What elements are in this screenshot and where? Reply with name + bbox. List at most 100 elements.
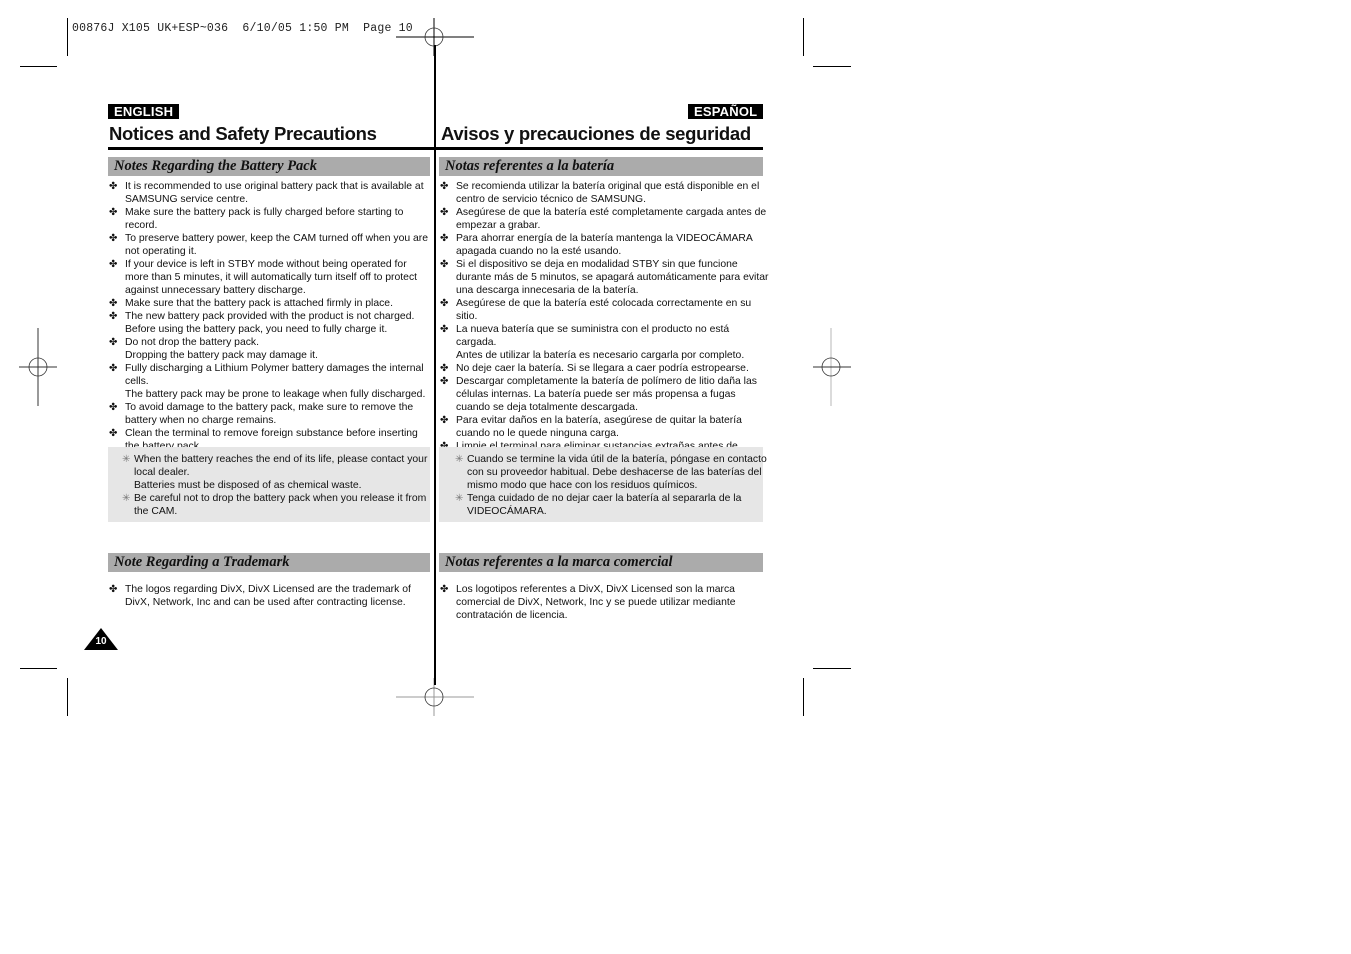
page-title-spanish: Avisos y precauciones de seguridad [441, 123, 751, 144]
list-item-text: Cuando se termine la vida útil de la bat… [467, 454, 767, 465]
bullet-cross-icon: ✤ [440, 415, 449, 426]
bullet-cross-icon: ✤ [109, 311, 118, 322]
list-item-text: The new battery pack provided with the p… [125, 311, 415, 322]
list-item: ✤ Asegúrese de que la batería esté comple… [439, 206, 769, 232]
list-item: ✤ Asegúrese de que la batería esté coloca… [439, 297, 769, 323]
section-heading-text: Notas referentes a la batería [445, 158, 615, 174]
list-item: ✤ Si el dispositivo se deja en modalidad … [439, 258, 769, 297]
crop-mark [67, 18, 68, 56]
bullet-cross-icon: ✤ [440, 363, 449, 374]
title-rule [108, 147, 434, 150]
bullet-cross-icon: ✤ [109, 181, 118, 192]
list-item-text: Before using the battery pack, you need … [125, 324, 388, 335]
section-heading-text: Notas referentes a la marca comercial [445, 554, 673, 570]
list-item-text: The logos regarding DivX, DivX Licensed … [125, 584, 411, 595]
list-item: ✤ Descargar completamente la batería de p… [439, 375, 769, 414]
section-heading-battery-english: Notes Regarding the Battery Pack [108, 157, 430, 176]
title-rule [436, 147, 763, 150]
crop-mark [803, 678, 804, 716]
section-heading-battery-spanish: Notas referentes a la batería [439, 157, 763, 176]
print-slug: 00876J X105 UK+ESP~036 6/10/05 1:50 PM P… [72, 22, 413, 35]
bullet-cross-icon: ✤ [440, 324, 449, 335]
list-item-text: Make sure the battery pack is fully char… [125, 207, 404, 231]
list-item-text: Dropping the battery pack may damage it. [125, 350, 318, 361]
list-item-text: con su proveedor habitual. Debe deshacer… [467, 467, 762, 478]
crop-mark [813, 66, 851, 67]
list-item-text: cells. [125, 376, 149, 387]
crop-mark [813, 668, 851, 669]
list-item-text: battery when no charge remains. [125, 415, 277, 426]
crop-mark [20, 668, 57, 669]
column-divider [434, 45, 436, 685]
list-item: ✤ The new battery pack provided with the … [108, 310, 433, 336]
list-item-text: local dealer. [134, 467, 190, 478]
list-item-text: Para ahorrar energía de la batería mante… [456, 233, 753, 244]
list-item-text: To preserve battery power, keep the CAM … [125, 233, 429, 244]
list-item-text: mismo modo que hace con los residuos quí… [467, 480, 698, 491]
language-tag-spanish: ESPAÑOL [688, 104, 764, 119]
bullet-cross-icon: ✤ [440, 181, 449, 192]
list-item-text: If your device is left in STBY mode with… [125, 259, 407, 270]
list-item: ✤ The logos regarding DivX, DivX Licensed… [108, 583, 433, 609]
list-item-text: células internas. La batería puede ser m… [456, 389, 736, 400]
list-item-text: cuando se deja totalmente descargada. [456, 402, 638, 413]
bullet-cross-icon: ✤ [440, 376, 449, 387]
section-heading-text: Notes Regarding the Battery Pack [114, 158, 317, 174]
registration-mark-icon [19, 328, 57, 406]
list-item-text: VIDEOCÁMARA. [467, 506, 547, 517]
list-item: ✤ Make sure that the battery pack is atta… [108, 297, 433, 310]
crop-mark [20, 66, 57, 67]
bullet-cross-icon: ✤ [109, 298, 118, 309]
language-tag-english: ENGLISH [108, 104, 180, 119]
list-item: ✤ Se recomienda utilizar la batería origi… [439, 180, 769, 206]
list-item-text: Tenga cuidado de no dejar caer la baterí… [467, 493, 742, 504]
battery-caution-notes-spanish: ✳ Cuando se termine la vida útil de la ba… [455, 453, 767, 518]
list-item-text: No deje caer la batería. Si se llegara a… [456, 363, 749, 374]
battery-notes-list-spanish: ✤ Se recomienda utilizar la batería origi… [439, 180, 769, 466]
list-item: ✤ Para ahorrar energía de la batería mant… [439, 232, 769, 258]
bullet-cross-icon: ✤ [440, 584, 449, 595]
list-item-text: comercial de DivX, Network, Inc y se pue… [456, 597, 736, 608]
list-item: ✤ Los logotipos referentes a DivX, DivX L… [439, 583, 769, 622]
list-item: ✤ Do not drop the battery pack. Dropping t… [108, 336, 433, 362]
list-item-text: Batteries must be disposed of as chemica… [134, 480, 362, 491]
list-item-text: apagada cuando no la esté usando. [456, 246, 622, 257]
note-asterisk-icon: ✳ [455, 493, 464, 504]
note-asterisk-icon: ✳ [455, 454, 464, 465]
note-asterisk-icon: ✳ [122, 493, 131, 504]
list-item-text: cuando no le quede ninguna carga. [456, 428, 619, 439]
list-item-text: more than 5 minutes, it will automatical… [125, 272, 418, 283]
bullet-cross-icon: ✤ [440, 298, 449, 309]
list-item-text: Si el dispositivo se deja en modalidad S… [456, 259, 738, 270]
list-item-text: Antes de utilizar la batería es necesari… [456, 350, 745, 361]
note-asterisk-icon: ✳ [122, 454, 131, 465]
list-item-text: durante más de 5 minutos, se apagará aut… [456, 272, 769, 283]
list-item: ✤ Para evitar daños en la batería, asegúr… [439, 414, 769, 440]
list-item-text: Clean the terminal to remove foreign sub… [125, 428, 418, 439]
battery-caution-notes-english: ✳ When the battery reaches the end of its… [122, 453, 432, 518]
list-item-text: una descarga innecesaria de la batería. [456, 285, 639, 296]
list-item-text: When the battery reaches the end of its … [134, 454, 428, 465]
bullet-cross-icon: ✤ [109, 428, 118, 439]
list-item: ✤ To preserve battery power, keep the CAM… [108, 232, 433, 258]
battery-notes-list-english: ✤ It is recommended to use original batte… [108, 180, 433, 453]
crop-mark [803, 18, 804, 56]
list-item-text: The battery pack may be prone to leakage… [125, 389, 426, 400]
page-number-badge: 10 [84, 628, 118, 650]
list-item: ✤ To avoid damage to the battery pack, ma… [108, 401, 433, 427]
list-item-text: not operating it. [125, 246, 197, 257]
list-item-text: SAMSUNG service centre. [125, 194, 248, 205]
list-item-text: Asegúrese de que la batería esté complet… [456, 207, 767, 218]
registration-mark-icon [813, 328, 851, 406]
list-item-text: Se recomienda utilizar la batería origin… [456, 181, 760, 192]
list-item-text: contratación de licencia. [456, 610, 568, 621]
list-item-text: DivX, Network, Inc and can be used after… [125, 597, 406, 608]
list-item-text: To avoid damage to the battery pack, mak… [125, 402, 414, 413]
page-number: 10 [95, 636, 107, 647]
list-item-text: Para evitar daños en la batería, asegúre… [456, 415, 742, 426]
bullet-cross-icon: ✤ [440, 233, 449, 244]
list-item-text: Descargar completamente la batería de po… [456, 376, 757, 387]
list-item: ✤ No deje caer la batería. Si se llegara … [439, 362, 769, 375]
list-item-text: It is recommended to use original batter… [125, 181, 424, 192]
bullet-cross-icon: ✤ [109, 584, 118, 595]
